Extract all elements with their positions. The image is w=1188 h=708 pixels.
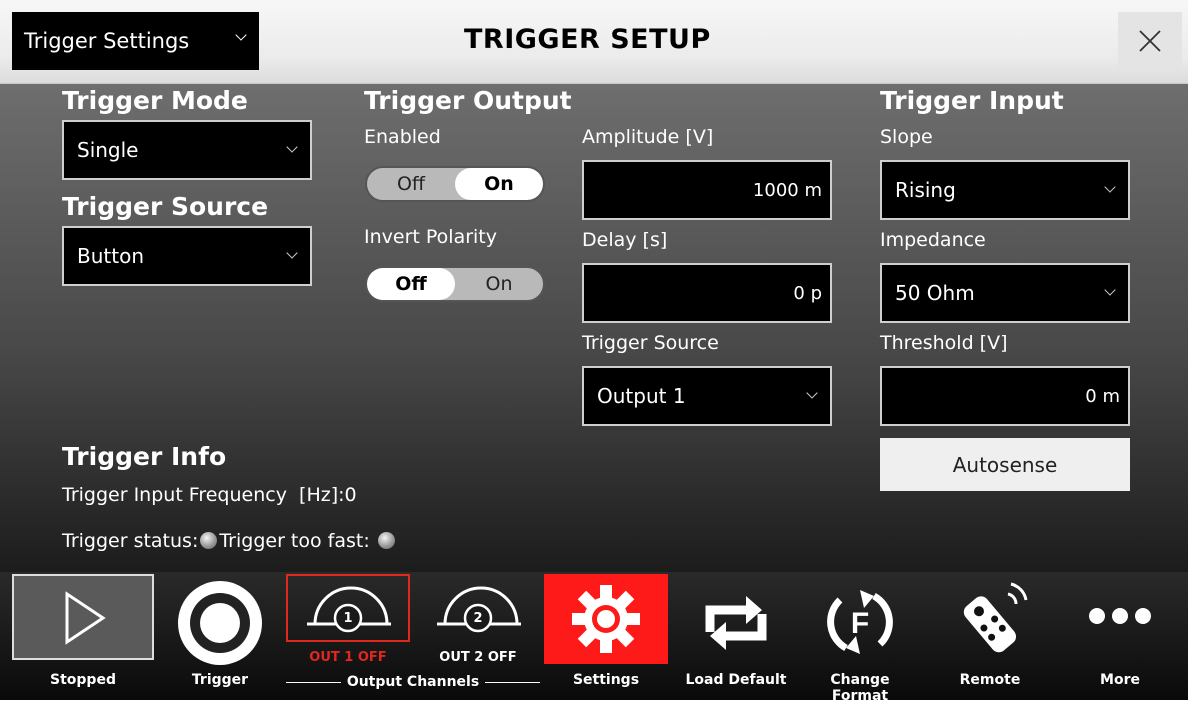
- enabled-label: Enabled: [364, 126, 441, 148]
- remote-label: Remote: [959, 672, 1021, 688]
- impedance-value: 50 Ohm: [895, 281, 975, 305]
- trigger-too-fast-led-icon: [377, 532, 395, 549]
- enabled-off-option[interactable]: Off: [367, 168, 455, 200]
- settings-menu-dropdown[interactable]: Trigger Settings: [12, 12, 259, 70]
- trigger-label: Trigger: [191, 672, 249, 688]
- run-stop-button[interactable]: Stopped: [12, 572, 154, 700]
- channel-2-icon: [437, 586, 521, 633]
- invert-polarity-toggle[interactable]: Off On: [365, 266, 545, 302]
- threshold-label: Threshold [V]: [880, 332, 1008, 354]
- settings-label: Settings: [572, 672, 640, 688]
- output-trigger-source-select[interactable]: Output 1: [582, 366, 832, 426]
- remote-button[interactable]: Remote: [930, 572, 1050, 700]
- impedance-select[interactable]: 50 Ohm: [880, 263, 1130, 323]
- trigger-mode-heading: Trigger Mode: [62, 86, 248, 115]
- chevron-down-icon: [1104, 284, 1116, 296]
- chevron-down-icon: [286, 247, 298, 259]
- more-dots-icon: [1089, 608, 1151, 624]
- slope-select[interactable]: Rising: [880, 160, 1130, 220]
- output-channels-label: Output Channels: [346, 674, 480, 690]
- trigger-info-heading: Trigger Info: [62, 442, 227, 471]
- enabled-on-option[interactable]: On: [455, 168, 543, 200]
- trigger-button[interactable]: Trigger: [160, 572, 280, 700]
- trigger-source-select[interactable]: Button: [62, 226, 312, 286]
- close-icon: [1139, 30, 1161, 52]
- chevron-down-icon: [286, 141, 298, 153]
- title-bar: Trigger Settings TRIGGER SETUP: [0, 0, 1188, 84]
- more-button[interactable]: More: [1060, 572, 1180, 700]
- trigger-status-row: Trigger status: Trigger too fast:: [62, 530, 397, 552]
- stopped-label: Stopped: [50, 672, 116, 688]
- trigger-input-heading: Trigger Input: [880, 86, 1064, 115]
- change-format-button[interactable]: F Change Format: [800, 572, 920, 704]
- close-button[interactable]: [1118, 12, 1182, 70]
- amplitude-input[interactable]: 1000 m: [582, 160, 832, 220]
- settings-button[interactable]: Settings: [544, 572, 668, 700]
- invert-on-option[interactable]: On: [455, 268, 543, 300]
- trigger-frequency-row: Trigger Input Frequency [Hz]:0: [62, 484, 357, 506]
- trigger-mode-select[interactable]: Single: [62, 120, 312, 180]
- trigger-mode-value: Single: [77, 138, 139, 162]
- load-default-button[interactable]: Load Default: [676, 572, 796, 700]
- play-icon: [65, 591, 106, 645]
- settings-menu-label: Trigger Settings: [24, 29, 190, 53]
- trigger-status-led-icon: [200, 532, 218, 549]
- trigger-record-icon: [178, 581, 262, 665]
- out1-status-label: OUT 1 OFF: [309, 650, 387, 665]
- invert-polarity-label: Invert Polarity: [364, 226, 497, 248]
- invert-off-option[interactable]: Off: [367, 268, 455, 300]
- svg-text:F: F: [851, 607, 869, 640]
- enabled-toggle[interactable]: Off On: [365, 166, 545, 202]
- chevron-down-icon: [806, 387, 818, 399]
- output-channels-group-label: Output Channels: [286, 672, 540, 692]
- trigger-source-value: Button: [77, 244, 144, 268]
- slope-value: Rising: [895, 178, 956, 202]
- trigger-output-heading: Trigger Output: [364, 86, 572, 115]
- autosense-button[interactable]: Autosense: [880, 438, 1130, 491]
- trigger-frequency-value: 0: [344, 484, 357, 506]
- channel-1-icon: [307, 586, 391, 633]
- output-trigger-source-label: Trigger Source: [582, 332, 719, 354]
- gear-icon: [572, 585, 640, 653]
- delay-input[interactable]: 0 p: [582, 263, 832, 323]
- remote-control-icon: [963, 582, 1028, 653]
- trigger-frequency-label: Trigger Input Frequency [Hz]:: [62, 484, 345, 506]
- channel-1-number: 1: [343, 611, 353, 626]
- format-cycle-icon: F: [827, 590, 893, 654]
- load-default-label: Load Default: [685, 672, 787, 688]
- window-title: TRIGGER SETUP: [464, 24, 711, 55]
- threshold-input[interactable]: 0 m: [880, 366, 1130, 426]
- amplitude-label: Amplitude [V]: [582, 126, 714, 148]
- trigger-source-heading: Trigger Source: [62, 192, 269, 221]
- channel-2-number: 2: [473, 611, 483, 626]
- impedance-label: Impedance: [880, 229, 986, 251]
- out2-status-label: OUT 2 OFF: [439, 650, 517, 665]
- slope-label: Slope: [880, 126, 933, 148]
- chevron-down-icon: [235, 29, 247, 41]
- trigger-status-label: Trigger status:: [62, 530, 199, 552]
- refresh-icon: [705, 596, 767, 650]
- bottom-edge: [0, 700, 1188, 708]
- more-label: More: [1100, 672, 1140, 688]
- chevron-down-icon: [1104, 181, 1116, 193]
- delay-label: Delay [s]: [582, 229, 668, 251]
- trigger-too-fast-label: Trigger too fast:: [219, 530, 370, 552]
- output-trigger-source-value: Output 1: [597, 384, 686, 408]
